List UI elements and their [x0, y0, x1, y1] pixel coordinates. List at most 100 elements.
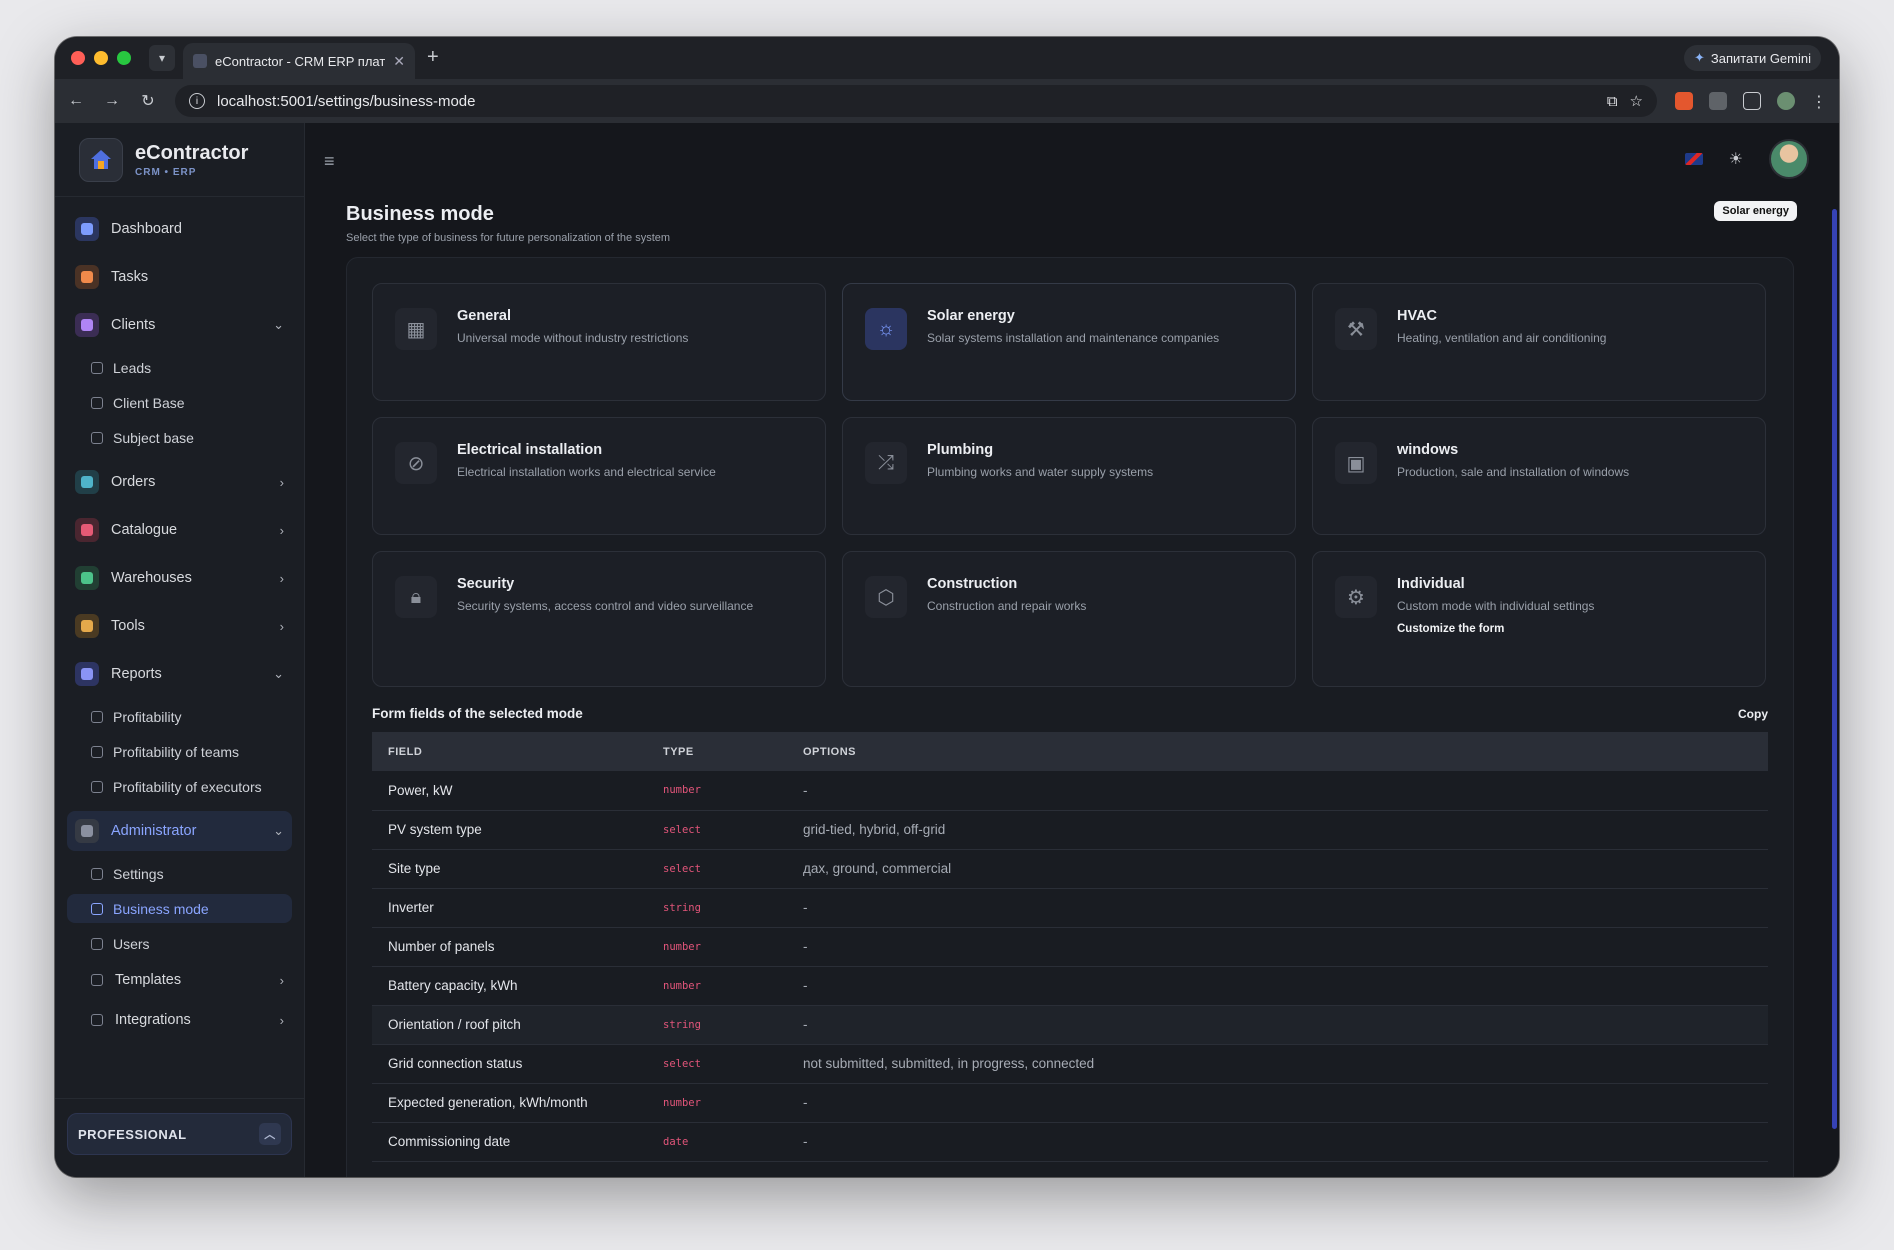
mode-card-general[interactable]: ▦ General Universal mode without industr…: [372, 283, 826, 401]
options-cell: -: [787, 927, 1768, 967]
sidebar-item-profitability[interactable]: Profitability: [67, 702, 292, 731]
kebab-menu-icon[interactable]: ⋮: [1811, 92, 1827, 111]
field-cell: PV system type: [372, 810, 647, 850]
minimize-window-button[interactable]: [94, 51, 108, 65]
gear-icon: [75, 819, 99, 843]
maximize-window-button[interactable]: [117, 51, 131, 65]
sidebar-item-tools[interactable]: Tools ›: [67, 606, 292, 646]
mode-card-individual[interactable]: ⚙ Individual Custom mode with individual…: [1312, 551, 1766, 687]
sidebar-item-profitability-executors[interactable]: Profitability of executors: [67, 772, 292, 801]
chevron-down-icon: ⌄: [273, 666, 284, 681]
bookmark-star-icon[interactable]: ☆: [1630, 92, 1643, 110]
theme-toggle-icon[interactable]: ☀: [1729, 149, 1743, 169]
warehouse-icon: [75, 566, 99, 590]
site-info-icon[interactable]: i: [189, 93, 205, 109]
main-content: ≡ ☀ Business mode Select the type of bus…: [306, 123, 1839, 1177]
close-tab-icon[interactable]: ✕: [393, 53, 405, 70]
sidebar-item-label: Catalogue: [111, 522, 178, 538]
sidebar-item-tasks[interactable]: Tasks: [67, 257, 292, 297]
customize-form-link[interactable]: Customize the form: [1397, 623, 1745, 635]
sidebar-item-templates[interactable]: Templates ›: [67, 964, 292, 996]
sparkle-icon: ✦: [1693, 50, 1705, 65]
sidebar-item-catalogue[interactable]: Catalogue ›: [67, 510, 292, 550]
avatar[interactable]: [1769, 139, 1809, 179]
extensions-puzzle-icon[interactable]: [1743, 92, 1761, 110]
profile-icon[interactable]: [1777, 92, 1795, 110]
browser-tab[interactable]: eContractor - CRM ERP плат ✕: [183, 43, 415, 79]
bar-chart-icon: [91, 710, 103, 723]
mode-card-security[interactable]: 🔒︎ Security Security systems, access con…: [372, 551, 826, 687]
mode-card-windows[interactable]: ▣ windows Production, sale and installat…: [1312, 417, 1766, 535]
users-icon: [75, 313, 99, 337]
reload-icon[interactable]: ↻: [139, 91, 157, 111]
user-icon: [91, 780, 103, 793]
mode-card-hvac[interactable]: ⚒ HVAC Heating, ventilation and air cond…: [1312, 283, 1766, 401]
options-cell: дах, ground, commercial: [787, 849, 1768, 889]
copy-button[interactable]: Copy: [1738, 707, 1768, 721]
gemini-button[interactable]: ✦ Запитати Gemini: [1683, 45, 1821, 71]
type-cell: number: [647, 927, 787, 967]
chevron-up-icon[interactable]: ︿: [259, 1123, 281, 1145]
sidebar-item-label: Dashboard: [111, 221, 182, 237]
column-header-options: OPTIONS: [803, 745, 857, 758]
plan-badge[interactable]: PROFESSIONAL ︿: [67, 1113, 292, 1155]
back-icon[interactable]: ←: [67, 92, 85, 110]
close-window-button[interactable]: [71, 51, 85, 65]
mode-card-solar-energy[interactable]: ☼ Solar energy Solar systems installatio…: [842, 283, 1296, 401]
mode-description: Construction and repair works: [927, 599, 1087, 613]
sidebar-item-profitability-teams[interactable]: Profitability of teams: [67, 737, 292, 766]
sidebar: eContractor CRM • ERP Dashboard Tasks Cl…: [55, 123, 305, 1177]
sidebar-item-reports[interactable]: Reports ⌄: [67, 654, 292, 694]
wrench-icon: ⚒: [1335, 308, 1377, 350]
logo-icon: [79, 137, 123, 182]
sidebar-item-clients[interactable]: Clients ⌄: [67, 305, 292, 345]
sidebar-item-dashboard[interactable]: Dashboard: [67, 209, 292, 249]
new-tab-button[interactable]: +: [427, 46, 439, 69]
extension-1-icon[interactable]: [1675, 92, 1693, 110]
mode-card-electrical[interactable]: ⊘ Electrical installation Electrical ins…: [372, 417, 826, 535]
brand[interactable]: eContractor CRM • ERP: [55, 123, 304, 197]
scrollbar[interactable]: [1832, 209, 1837, 1129]
sidebar-item-subject-base[interactable]: Subject base: [67, 423, 292, 452]
sidebar-item-client-base[interactable]: Client Base: [67, 388, 292, 417]
address-bar[interactable]: i localhost:5001/settings/business-mode …: [175, 85, 1657, 117]
extension-2-icon[interactable]: [1709, 92, 1727, 110]
table-row: Number of panels number -: [372, 927, 1768, 967]
sidebar-item-leads[interactable]: Leads: [67, 353, 292, 382]
options-cell: grid-tied, hybrid, off-grid: [787, 810, 1768, 850]
chevron-down-icon: ⌄: [273, 317, 284, 332]
mode-description: Solar systems installation and maintenan…: [927, 331, 1220, 345]
type-cell: select: [647, 849, 787, 889]
sidebar-item-business-mode[interactable]: Business mode: [67, 894, 292, 923]
mode-card-construction[interactable]: ⬡ Construction Construction and repair w…: [842, 551, 1296, 687]
sidebar-item-label: Users: [113, 935, 150, 952]
language-flag-icon[interactable]: [1684, 153, 1703, 165]
chevron-right-icon: ›: [279, 618, 284, 634]
box-icon: ⬡: [865, 576, 907, 618]
mode-grid: ▦ General Universal mode without industr…: [372, 283, 1766, 687]
sidebar-item-label: Leads: [113, 359, 152, 376]
report-icon: [75, 662, 99, 686]
install-icon[interactable]: ⧉: [1607, 93, 1618, 110]
type-cell: select: [647, 810, 787, 850]
tab-search-button[interactable]: ▾: [149, 45, 175, 71]
sidebar-menu: Dashboard Tasks Clients ⌄ Leads Client B…: [55, 197, 304, 1036]
mode-description: Plumbing works and water supply systems: [927, 465, 1154, 479]
forward-icon[interactable]: →: [103, 92, 121, 110]
mode-title: windows: [1397, 442, 1459, 458]
lock-icon: 🔒︎: [395, 576, 437, 618]
sidebar-item-integrations[interactable]: Integrations ›: [67, 1004, 292, 1036]
sidebar-item-settings[interactable]: Settings: [67, 859, 292, 888]
table-row: Site type select дах, ground, commercial: [372, 849, 1768, 889]
window-controls: [71, 51, 131, 65]
table-row: Expected generation, kWh/month number -: [372, 1083, 1768, 1123]
sidebar-item-administrator[interactable]: Administrator ⌄: [67, 811, 292, 851]
sidebar-item-users[interactable]: Users: [67, 929, 292, 958]
menu-toggle-icon[interactable]: ≡: [324, 151, 335, 172]
mode-card-plumbing[interactable]: ⤮ Plumbing Plumbing works and water supp…: [842, 417, 1296, 535]
sidebar-item-orders[interactable]: Orders ›: [67, 462, 292, 502]
type-cell: number: [647, 771, 787, 811]
sidebar-item-warehouses[interactable]: Warehouses ›: [67, 558, 292, 598]
url-text[interactable]: localhost:5001/settings/business-mode: [217, 93, 476, 110]
chevron-right-icon: ›: [279, 474, 284, 490]
